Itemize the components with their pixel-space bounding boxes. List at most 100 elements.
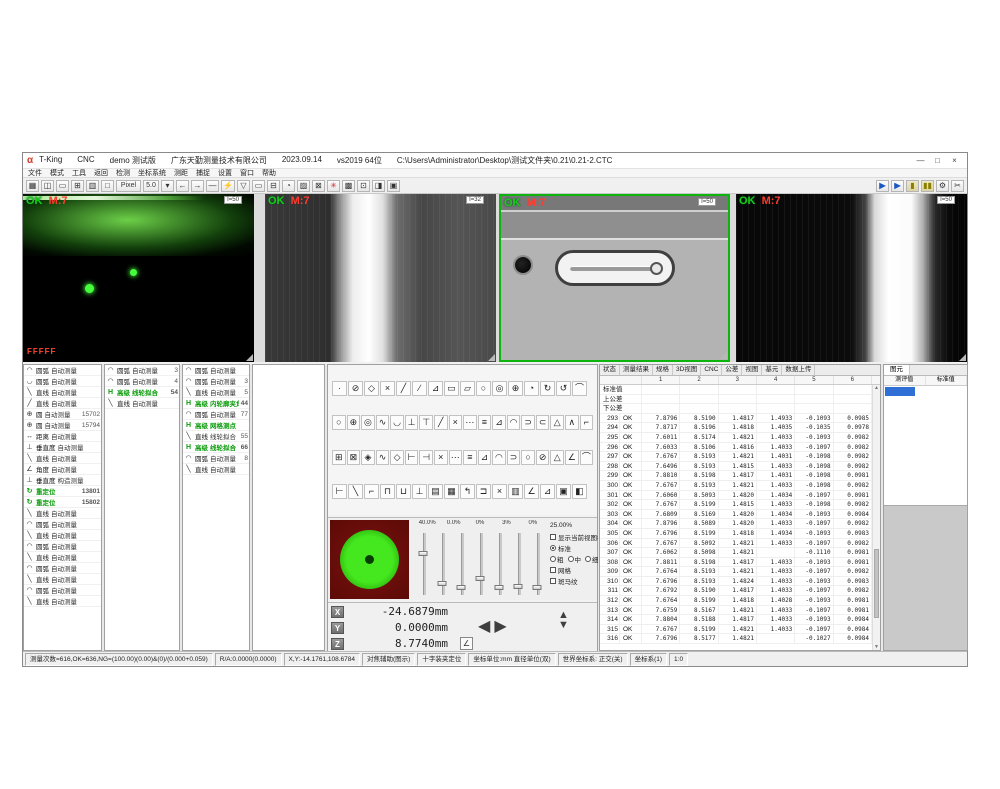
results-tab[interactable]: 数据上传 [782, 365, 815, 375]
geometry-tool-button[interactable]: ⊕ [347, 415, 361, 430]
light-slider[interactable] [452, 531, 471, 597]
geometry-tool-button[interactable]: ⊤ [419, 415, 433, 430]
geometry-tool-button[interactable]: ⊿ [492, 415, 506, 430]
geometry-tool-button[interactable]: ◎ [361, 415, 375, 430]
geometry-tool-button[interactable]: ⊘ [348, 381, 363, 396]
menu-item[interactable]: 帮助 [262, 168, 276, 178]
toolbar-button[interactable]: ⊠ [312, 180, 325, 192]
toolbar-run-button[interactable]: ▮ [906, 180, 919, 192]
geometry-tool-button[interactable]: ⊘ [536, 450, 550, 465]
feature-row[interactable]: ◠ 圆弧 自动测量 77 [183, 409, 249, 420]
geometry-tool-button[interactable]: ↺ [556, 381, 571, 396]
slider-thumb[interactable] [419, 551, 428, 556]
table-row[interactable]: 301 OK 7.6060 8.5093 1.4820 1.4034 -0.10… [600, 491, 872, 501]
geometry-tool-button[interactable]: ⊿ [428, 381, 443, 396]
menu-item[interactable]: 文件 [28, 168, 42, 178]
checkbox-icon[interactable] [550, 578, 556, 584]
geometry-tool-button[interactable]: ≡ [463, 450, 477, 465]
table-row[interactable]: 300 OK 7.6767 8.5193 1.4821 1.4033 -0.10… [600, 481, 872, 491]
feature-row[interactable]: ╲ 直线 自动测量 [105, 398, 179, 409]
table-row[interactable]: 295 OK 7.6011 8.5174 1.4821 1.4033 -0.10… [600, 433, 872, 443]
toolbar-button[interactable]: ◫ [41, 180, 54, 192]
geometry-tool-button[interactable]: × [434, 450, 448, 465]
menu-item[interactable]: 捕捉 [196, 168, 210, 178]
geometry-tool-button[interactable]: × [449, 415, 463, 430]
toolbar-button[interactable]: 5.0 [143, 180, 159, 192]
toolbar-button[interactable]: ▩ [342, 180, 355, 192]
geometry-tool-button[interactable]: ⊔ [396, 484, 411, 499]
light-slider[interactable] [471, 531, 490, 597]
table-row[interactable]: 304 OK 7.8796 8.5089 1.4820 1.4033 -0.10… [600, 519, 872, 529]
menu-item[interactable]: 窗口 [240, 168, 254, 178]
geometry-tool-button[interactable]: ◇ [390, 450, 404, 465]
geometry-tool-button[interactable]: ∿ [376, 450, 390, 465]
toolbar-button[interactable]: — [206, 180, 219, 192]
geometry-tool-button[interactable]: ∕ [412, 381, 427, 396]
geometry-tool-button[interactable]: ○ [332, 415, 346, 430]
toolbar-button[interactable]: ◨ [372, 180, 385, 192]
menu-item[interactable]: 工具 [72, 168, 86, 178]
toolbar-run-button[interactable]: ▮▮ [921, 180, 934, 192]
minimize-button[interactable]: — [912, 156, 929, 165]
toolbar-run-button[interactable]: ⚙ [936, 180, 949, 192]
feature-row[interactable]: ↻ 重定位 13801 [24, 486, 101, 497]
resize-handle-icon[interactable] [488, 354, 495, 361]
geometry-tool-button[interactable]: ⊕ [508, 381, 523, 396]
thickness-option[interactable]: 中 [568, 554, 582, 564]
feature-row[interactable]: ◠ 圆弧 自动测量 [183, 365, 249, 376]
elements-tab[interactable]: 图元 [884, 365, 910, 375]
table-row[interactable]: 298 OK 7.6496 8.5193 1.4815 1.4033 -0.10… [600, 462, 872, 472]
toolbar-button[interactable]: ▨ [297, 180, 310, 192]
table-row[interactable]: 310 OK 7.6796 8.5193 1.4824 1.4033 -0.10… [600, 577, 872, 587]
feature-row[interactable]: ╲ 直线 自动测量 [24, 387, 101, 398]
grid-option[interactable]: 网格 [550, 564, 598, 575]
jog-down-icon[interactable]: ▼ [558, 620, 569, 630]
light-slider[interactable] [433, 531, 452, 597]
table-row[interactable]: 313 OK 7.6759 8.5167 1.4821 1.4033 -0.10… [600, 606, 872, 616]
resize-handle-icon[interactable] [959, 354, 966, 361]
feature-row[interactable]: ◠ 圆弧 自动测量 3 [105, 365, 179, 376]
resize-handle-icon[interactable] [720, 352, 727, 359]
toolbar-button[interactable]: ▭ [56, 180, 69, 192]
feature-row[interactable]: ◠ 圆弧 自动测量 8 [183, 453, 249, 464]
table-row[interactable]: 308 OK 7.8811 8.5198 1.4817 1.4033 -0.10… [600, 558, 872, 568]
radio-icon[interactable] [568, 556, 574, 562]
geometry-tool-button[interactable]: ▭ [444, 381, 459, 396]
slider-thumb[interactable] [457, 585, 466, 590]
geometry-tool-button[interactable]: ⊞ [332, 450, 346, 465]
feature-row[interactable]: H 高级 内轮廓夹角 44 [183, 398, 249, 409]
geometry-tool-button[interactable]: ⊥ [405, 415, 419, 430]
geometry-tool-button[interactable]: ◧ [572, 484, 587, 499]
geometry-tool-button[interactable]: ⊓ [380, 484, 395, 499]
feature-row[interactable]: ╲ 直线 自动测量 [24, 552, 101, 563]
menu-item[interactable]: 返回 [94, 168, 108, 178]
geometry-tool-button[interactable]: ◠ [492, 450, 506, 465]
light-slider[interactable] [414, 531, 433, 597]
geometry-tool-button[interactable]: ▥ [508, 484, 523, 499]
slider-thumb[interactable] [494, 585, 503, 590]
slider-thumb[interactable] [438, 581, 447, 586]
toolbar-run-button[interactable]: ▶ [876, 180, 889, 192]
geometry-tool-button[interactable]: ◡ [390, 415, 404, 430]
table-row[interactable]: 293 OK 7.8796 8.5190 1.4817 1.4933 -0.10… [600, 414, 872, 424]
geometry-tool-button[interactable]: ⊃ [507, 450, 521, 465]
results-tab[interactable]: 3D视图 [673, 365, 701, 375]
geometry-tool-button[interactable]: × [492, 484, 507, 499]
maximize-button[interactable]: □ [929, 156, 946, 165]
geometry-tool-button[interactable]: ⊃ [521, 415, 535, 430]
toolbar-button[interactable]: ⊟ [267, 180, 280, 192]
radio-icon[interactable] [550, 556, 556, 562]
geometry-tool-button[interactable]: ⌐ [364, 484, 379, 499]
feature-row[interactable]: ◠ 圆弧 自动测量 [24, 541, 101, 552]
feature-row[interactable]: H 高级 线轮拟合 54 [105, 387, 179, 398]
geometry-tool-button[interactable]: ▱ [460, 381, 475, 396]
ring-light-preview[interactable] [330, 520, 409, 599]
geometry-tool-button[interactable]: ⋯ [463, 415, 477, 430]
light-slider[interactable] [527, 531, 546, 597]
tolerance-row[interactable]: 标准值 [600, 385, 872, 395]
feature-row[interactable]: ╲ 直线 自动测量 [24, 574, 101, 585]
results-tab[interactable]: 视图 [742, 365, 762, 375]
feature-row[interactable]: ⊥ 垂直度 构造测量 [24, 475, 101, 486]
geometry-tool-button[interactable]: ∠ [524, 484, 539, 499]
menu-item[interactable]: 检测 [116, 168, 130, 178]
